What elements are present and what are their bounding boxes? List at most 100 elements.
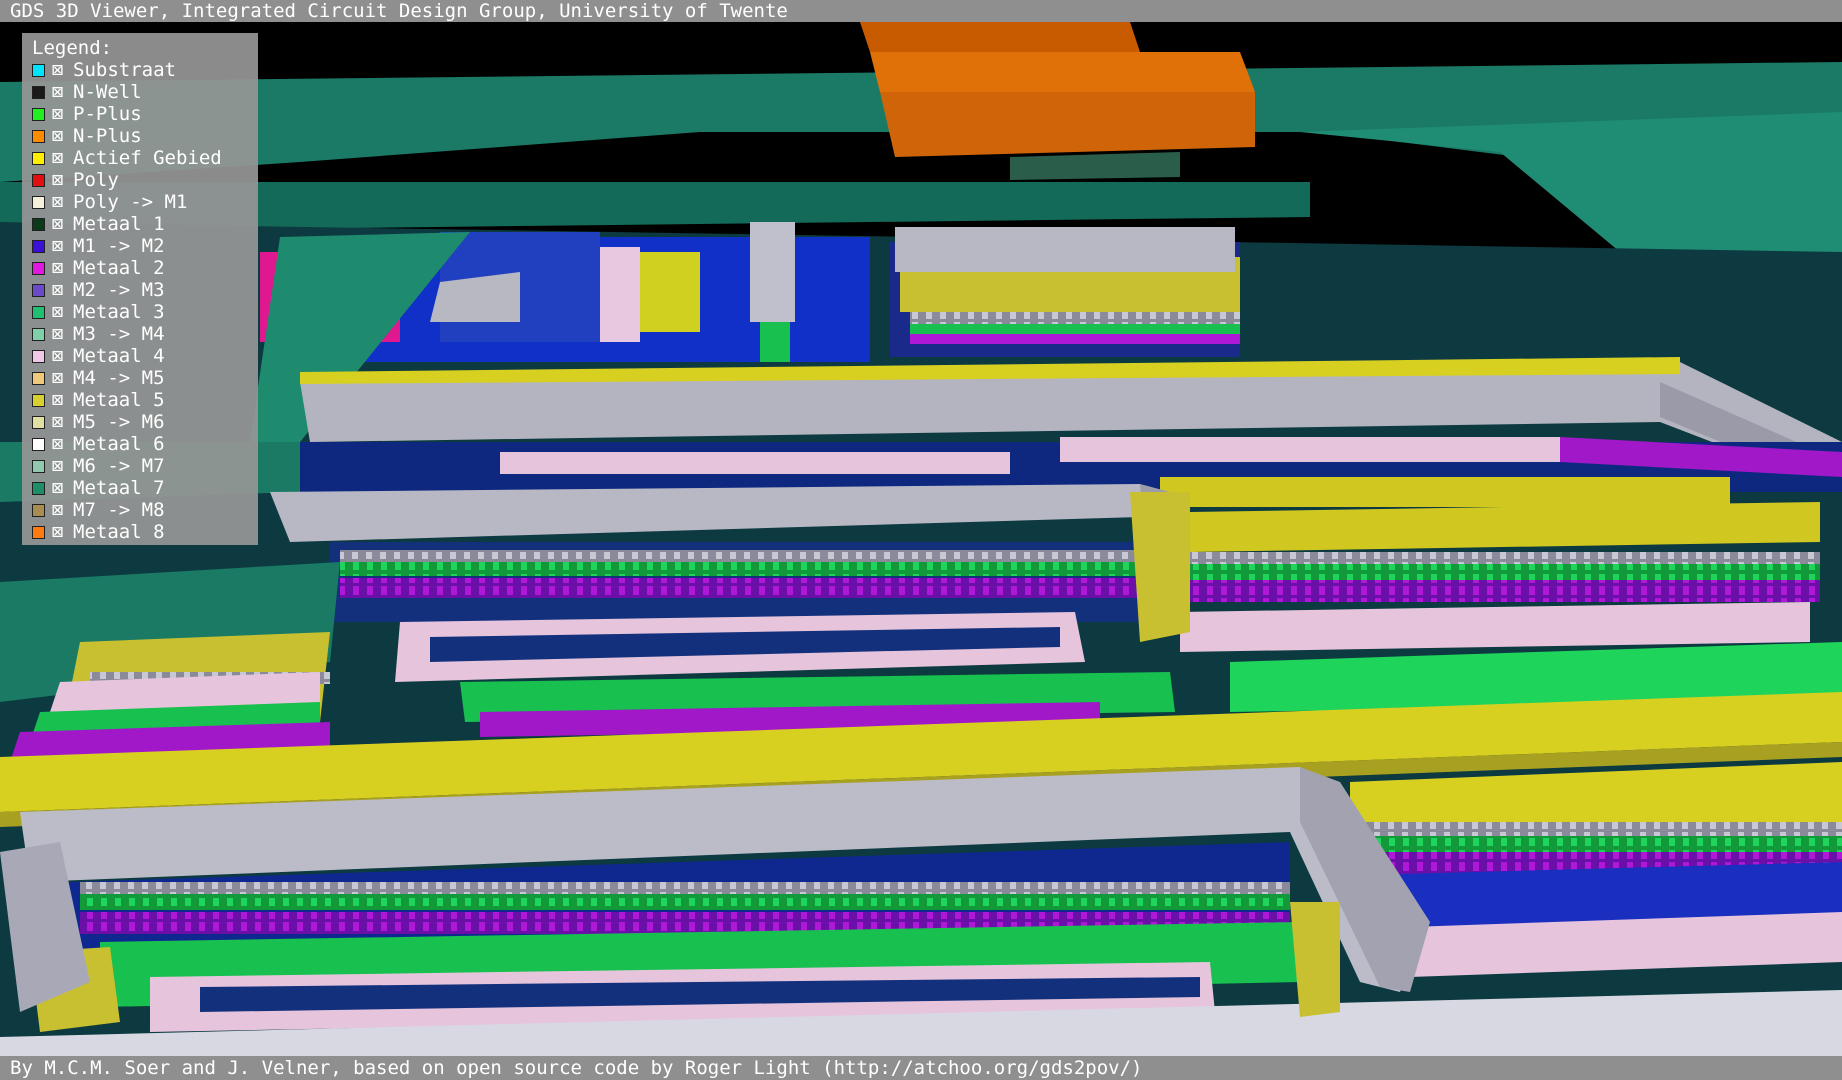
checkbox-checked-icon[interactable]: ⊠ xyxy=(50,213,65,235)
legend-item-n-well[interactable]: ⊠ N-Well xyxy=(32,81,250,103)
layer-color-swatch xyxy=(32,239,45,253)
checkbox-checked-icon[interactable]: ⊠ xyxy=(50,81,65,103)
legend-item-actief-gebied[interactable]: ⊠ Actief Gebied xyxy=(32,147,250,169)
layer-color-swatch xyxy=(32,415,45,429)
checkbox-checked-icon[interactable]: ⊠ xyxy=(50,367,65,389)
legend-item-label: N-Plus xyxy=(73,125,142,147)
legend-item-metaal-1[interactable]: ⊠ Metaal 1 xyxy=(32,213,250,235)
legend-item-m5-m6[interactable]: ⊠ M5 -> M6 xyxy=(32,411,250,433)
checkbox-checked-icon[interactable]: ⊠ xyxy=(50,59,65,81)
legend-item-substraat[interactable]: ⊠ Substraat xyxy=(32,59,250,81)
legend-item-label: M4 -> M5 xyxy=(73,367,165,389)
legend-item-label: N-Well xyxy=(73,81,142,103)
layer-color-swatch xyxy=(32,503,45,517)
checkbox-checked-icon[interactable]: ⊠ xyxy=(50,279,65,301)
checkbox-checked-icon[interactable]: ⊠ xyxy=(50,301,65,323)
checkbox-checked-icon[interactable]: ⊠ xyxy=(50,411,65,433)
legend-item-label: M6 -> M7 xyxy=(73,455,165,477)
metal8-block-face xyxy=(870,52,1255,92)
checkbox-checked-icon[interactable]: ⊠ xyxy=(50,499,65,521)
legend-item-m4-m5[interactable]: ⊠ M4 -> M5 xyxy=(32,367,250,389)
legend-item-label: Poly xyxy=(73,169,119,191)
layer-color-swatch xyxy=(32,525,45,539)
legend-item-m7-m8[interactable]: ⊠ M7 -> M8 xyxy=(32,499,250,521)
legend-item-metaal-4[interactable]: ⊠ Metaal 4 xyxy=(32,345,250,367)
3d-viewport[interactable] xyxy=(0,22,1842,1056)
checkbox-checked-icon[interactable]: ⊠ xyxy=(50,125,65,147)
upper-cell-teeth xyxy=(910,312,1240,324)
checkbox-checked-icon[interactable]: ⊠ xyxy=(50,147,65,169)
checkbox-checked-icon[interactable]: ⊠ xyxy=(50,477,65,499)
layer-color-swatch xyxy=(32,327,45,341)
legend-item-n-plus[interactable]: ⊠ N-Plus xyxy=(32,125,250,147)
legend-item-label: M2 -> M3 xyxy=(73,279,165,301)
metal8-block-front xyxy=(880,92,1255,157)
row2-right-teeth xyxy=(1190,552,1820,564)
checkbox-checked-icon[interactable]: ⊠ xyxy=(50,169,65,191)
checkbox-checked-icon[interactable]: ⊠ xyxy=(50,521,65,543)
legend-item-label: Actief Gebied xyxy=(73,147,222,169)
legend-item-label: M7 -> M8 xyxy=(73,499,165,521)
row1-metal4-b xyxy=(1060,437,1560,462)
layer-color-swatch xyxy=(32,151,45,165)
3d-scene[interactable] xyxy=(0,22,1842,1056)
legend-item-label: Metaal 6 xyxy=(73,433,165,455)
row2-right-purple xyxy=(1190,580,1820,602)
legend-list: ⊠ Substraat ⊠ N-Well ⊠ P-Plus ⊠ N-Plus ⊠ Acti… xyxy=(32,59,250,543)
layer-color-swatch xyxy=(32,195,45,209)
upper-metal6-bar xyxy=(895,227,1235,272)
legend-item-metaal-6[interactable]: ⊠ Metaal 6 xyxy=(32,433,250,455)
legend-item-label: Metaal 5 xyxy=(73,389,165,411)
checkbox-checked-icon[interactable]: ⊠ xyxy=(50,257,65,279)
lower-row-teeth xyxy=(80,882,1290,894)
layer-color-swatch xyxy=(32,371,45,385)
legend-item-m6-m7[interactable]: ⊠ M6 -> M7 xyxy=(32,455,250,477)
credits-footer: By M.C.M. Soer and J. Velner, based on o… xyxy=(0,1056,1842,1080)
legend-item-label: M5 -> M6 xyxy=(73,411,165,433)
checkbox-checked-icon[interactable]: ⊠ xyxy=(50,455,65,477)
layer-color-swatch xyxy=(32,283,45,297)
legend-item-label: Poly -> M1 xyxy=(73,191,188,213)
checkbox-checked-icon[interactable]: ⊠ xyxy=(50,103,65,125)
legend-item-poly-m1[interactable]: ⊠ Poly -> M1 xyxy=(32,191,250,213)
legend-item-metaal-8[interactable]: ⊠ Metaal 8 xyxy=(32,521,250,543)
checkbox-checked-icon[interactable]: ⊠ xyxy=(50,191,65,213)
layer-color-swatch xyxy=(32,129,45,143)
gds3d-viewer-window: GDS 3D Viewer, Integrated Circuit Design… xyxy=(0,0,1842,1080)
right-lower-teeth xyxy=(1350,822,1842,836)
legend-item-metaal-5[interactable]: ⊠ Metaal 5 xyxy=(32,389,250,411)
legend-item-label: Metaal 3 xyxy=(73,301,165,323)
layer-color-swatch xyxy=(32,459,45,473)
checkbox-checked-icon[interactable]: ⊠ xyxy=(50,235,65,257)
legend-item-label: Metaal 4 xyxy=(73,345,165,367)
upper-metal6-post xyxy=(750,222,795,322)
legend-item-label: Metaal 2 xyxy=(73,257,165,279)
row2-green xyxy=(340,562,1140,576)
legend-item-m1-m2[interactable]: ⊠ M1 -> M2 xyxy=(32,235,250,257)
via-post-middle xyxy=(1130,492,1190,642)
legend-item-label: Metaal 7 xyxy=(73,477,165,499)
legend-item-poly[interactable]: ⊠ Poly xyxy=(32,169,250,191)
checkbox-checked-icon[interactable]: ⊠ xyxy=(50,389,65,411)
lower-row-green xyxy=(80,894,1290,910)
legend-item-m3-m4[interactable]: ⊠ M3 -> M4 xyxy=(32,323,250,345)
legend-title: Legend: xyxy=(32,37,113,59)
legend-item-m2-m3[interactable]: ⊠ M2 -> M3 xyxy=(32,279,250,301)
layer-color-swatch xyxy=(32,217,45,231)
legend-item-p-plus[interactable]: ⊠ P-Plus xyxy=(32,103,250,125)
metal8-block-top xyxy=(860,22,1140,52)
legend-item-metaal-2[interactable]: ⊠ Metaal 2 xyxy=(32,257,250,279)
layer-color-swatch xyxy=(32,481,45,495)
checkbox-checked-icon[interactable]: ⊠ xyxy=(50,323,65,345)
legend-item-label: M1 -> M2 xyxy=(73,235,165,257)
upper-cell-green-strip xyxy=(910,324,1240,334)
layer-color-swatch xyxy=(32,107,45,121)
checkbox-checked-icon[interactable]: ⊠ xyxy=(50,433,65,455)
legend-item-label: P-Plus xyxy=(73,103,142,125)
legend-item-metaal-3[interactable]: ⊠ Metaal 3 xyxy=(32,301,250,323)
row1-metal5 xyxy=(1160,477,1730,507)
legend-item-label: M3 -> M4 xyxy=(73,323,165,345)
legend-item-label: Metaal 1 xyxy=(73,213,165,235)
legend-item-metaal-7[interactable]: ⊠ Metaal 7 xyxy=(32,477,250,499)
checkbox-checked-icon[interactable]: ⊠ xyxy=(50,345,65,367)
